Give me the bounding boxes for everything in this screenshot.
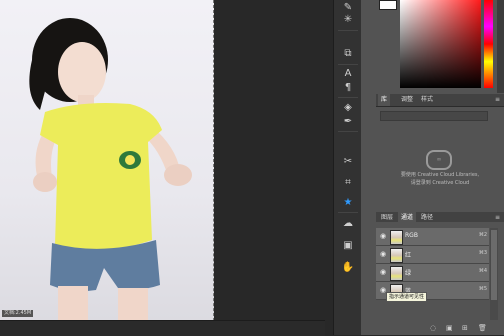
scissors-icon[interactable]: ✂ <box>341 156 355 168</box>
channel-shortcut: ⌘4 <box>478 268 487 274</box>
channel-row-rgb[interactable]: ◉ RGB ⌘2 <box>376 228 489 246</box>
creative-cloud-icon: ∞ <box>426 150 452 170</box>
eye-icon[interactable]: ◉ <box>380 250 386 258</box>
fill-icon[interactable]: ◈ <box>341 102 355 114</box>
channel-name: 绿 <box>405 270 412 277</box>
channel-name: RGB <box>405 232 418 239</box>
foreground-swatch[interactable] <box>379 0 397 10</box>
channel-thumbnail <box>390 230 403 245</box>
load-selection-icon[interactable]: ◌ <box>430 324 436 332</box>
channel-shortcut: ⌘2 <box>478 232 487 238</box>
hue-slider[interactable] <box>484 0 493 88</box>
library-message-line2: 请登录到 Creative Cloud <box>410 180 470 186</box>
status-bar <box>0 320 325 336</box>
trash-icon[interactable]: 🗑 <box>478 324 487 332</box>
tab-styles[interactable]: 样式 <box>418 94 436 106</box>
channel-row-red[interactable]: ◉ 红 ⌘3 <box>376 246 489 264</box>
pen-icon[interactable]: ✒ <box>341 116 355 128</box>
paragraph-icon[interactable]: ¶ <box>341 82 355 94</box>
path-select-icon[interactable]: ⧉ <box>341 48 355 60</box>
tab-adjustments[interactable]: 调整 <box>398 94 416 106</box>
library-tab-row: 库 调整 样式 ≡ <box>376 94 504 107</box>
eye-icon[interactable]: ◉ <box>380 232 386 240</box>
channel-shortcut: ⌘5 <box>478 286 487 292</box>
library-select[interactable] <box>380 111 488 121</box>
new-channel-icon[interactable]: ⊞ <box>462 324 468 332</box>
color-picker-field[interactable] <box>400 0 481 88</box>
crop-icon[interactable]: ⌗ <box>341 177 355 189</box>
eye-icon[interactable]: ◉ <box>380 268 386 276</box>
hand-icon[interactable]: ✋ <box>341 262 355 274</box>
doc-info-text: 文档:2.45M <box>2 310 34 317</box>
cloud-icon[interactable]: ☁ <box>341 218 355 230</box>
panel-menu-icon[interactable]: ≡ <box>495 214 500 221</box>
channels-scrollbar-thumb[interactable] <box>491 230 497 300</box>
channel-name: 红 <box>405 252 412 259</box>
channel-shortcut: ⌘3 <box>478 250 487 256</box>
tool-strip: ✎ ✳ ⧉ A ¶ ◈ ✒ ✂ ⌗ ★ ☁ ▣ ✋ <box>333 0 363 335</box>
tab-libraries[interactable]: 库 <box>378 94 391 106</box>
channel-thumbnail <box>390 266 403 281</box>
save-selection-icon[interactable]: ▣ <box>446 324 453 332</box>
channel-row-green[interactable]: ◉ 绿 ⌘4 <box>376 264 489 282</box>
star-icon[interactable]: ★ <box>341 197 355 209</box>
spark-icon[interactable]: ✳ <box>341 14 355 26</box>
panel-scrollbar[interactable] <box>497 0 504 93</box>
library-message: 要使用 Creative Cloud Libraries, 请登录到 Creat… <box>380 171 500 187</box>
panel-menu-icon[interactable]: ≡ <box>495 96 500 103</box>
photo-woman-yellow-shirt <box>29 18 192 320</box>
channels-bottom-bar: ◌ ▣ ⊞ 🗑 <box>376 322 504 335</box>
document-canvas[interactable] <box>0 0 214 321</box>
channel-thumbnail <box>390 248 403 263</box>
text-icon[interactable]: A <box>341 68 355 80</box>
brush-icon[interactable]: ✎ <box>341 2 355 14</box>
library-message-line1: 要使用 Creative Cloud Libraries, <box>400 172 480 178</box>
tooltip: 指示通道可见性 <box>386 292 428 302</box>
image-icon[interactable]: ▣ <box>341 240 355 252</box>
